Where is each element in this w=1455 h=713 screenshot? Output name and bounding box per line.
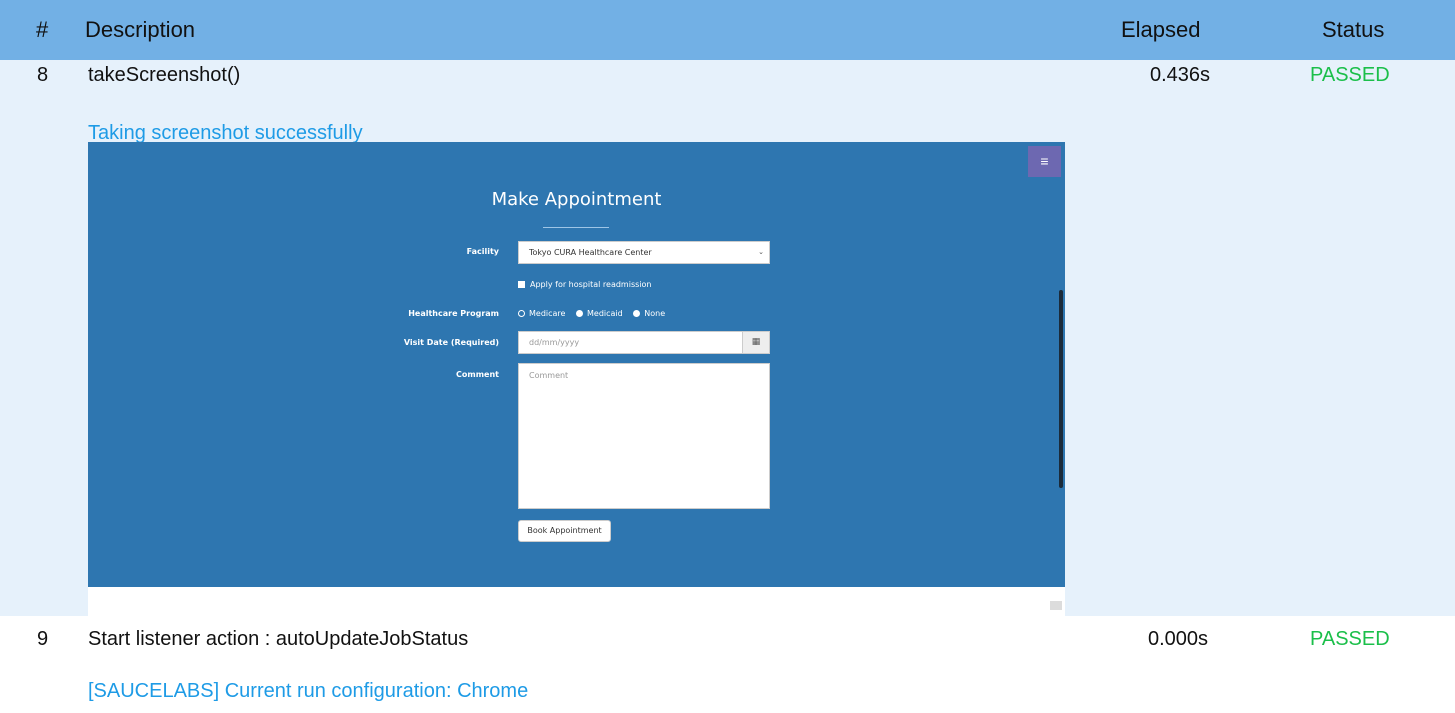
chevron-down-icon: ⌄ — [758, 248, 764, 256]
program-label: Healthcare Program — [408, 309, 499, 318]
facility-label: Facility — [466, 247, 499, 256]
appointment-page: ≡ Make Appointment Facility Tokyo CURA H… — [88, 142, 1065, 587]
calendar-icon[interactable]: ▦ — [742, 332, 769, 353]
step-number: 8 — [37, 64, 49, 86]
comment-label: Comment — [456, 370, 499, 379]
column-header-number: # — [36, 17, 49, 42]
status-badge: PASSED — [1310, 628, 1390, 650]
step-description: Start listener action : autoUpdateJobSta… — [88, 628, 469, 650]
step-elapsed: 0.000s — [1148, 628, 1209, 650]
visit-date-label: Visit Date (Required) — [403, 338, 499, 347]
facility-value: Tokyo CURA Healthcare Center — [529, 248, 652, 257]
facility-select[interactable]: Tokyo CURA Healthcare Center ⌄ — [518, 241, 770, 264]
readmission-checkbox[interactable]: Apply for hospital readmission — [518, 280, 651, 289]
embedded-screenshot: ≡ Make Appointment Facility Tokyo CURA H… — [88, 142, 1065, 616]
checkbox-icon[interactable] — [518, 281, 525, 288]
book-appointment-button[interactable]: Book Appointment — [518, 520, 611, 542]
scrollbar[interactable] — [1059, 290, 1063, 488]
step-elapsed: 0.436s — [1150, 64, 1211, 86]
visit-date-placeholder: dd/mm/yyyy — [529, 338, 580, 347]
column-header-status: Status — [1322, 17, 1385, 42]
title-divider — [543, 227, 609, 228]
resize-handle — [1050, 601, 1062, 610]
step-message[interactable]: [SAUCELABS] Current run configuration: C… — [88, 680, 528, 703]
step-number: 9 — [37, 628, 49, 650]
table-header: # Description Elapsed Status — [0, 0, 1455, 60]
radio-medicare[interactable]: Medicare — [518, 309, 565, 318]
column-header-elapsed: Elapsed — [1121, 17, 1201, 42]
status-badge: PASSED — [1310, 64, 1390, 86]
program-radio-group: Medicare Medicaid None — [518, 309, 673, 318]
step-description: takeScreenshot() — [88, 64, 241, 86]
page-title: Make Appointment — [491, 189, 662, 210]
comment-textarea[interactable]: Comment — [518, 363, 770, 509]
readmission-label: Apply for hospital readmission — [530, 280, 652, 289]
radio-none[interactable]: None — [633, 309, 665, 318]
menu-icon[interactable]: ≡ — [1028, 146, 1061, 177]
radio-icon[interactable] — [576, 310, 584, 317]
column-header-description: Description — [85, 17, 196, 42]
radio-icon[interactable] — [633, 310, 641, 317]
visit-date-input[interactable]: dd/mm/yyyy ▦ — [518, 331, 770, 354]
radio-icon[interactable] — [518, 310, 525, 317]
radio-medicaid[interactable]: Medicaid — [576, 309, 623, 318]
